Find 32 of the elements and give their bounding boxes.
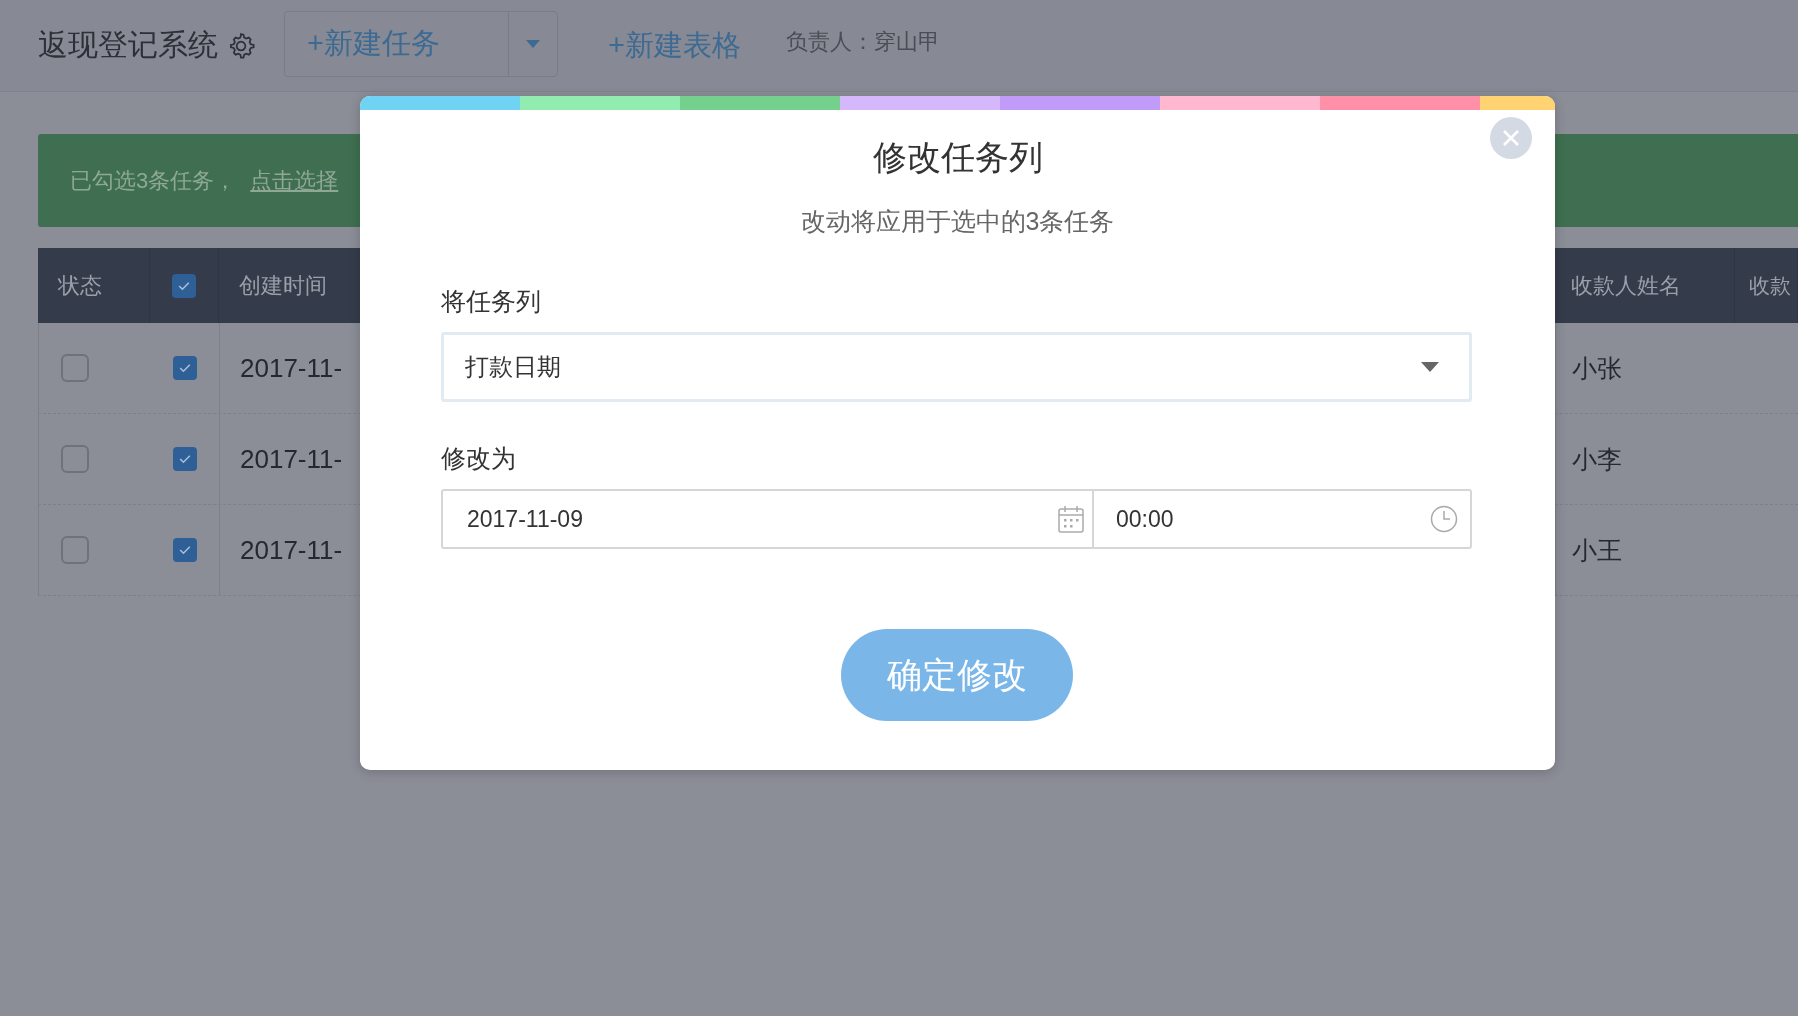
column-header: 状态 (58, 271, 102, 300)
field-label: 修改为 (441, 443, 517, 474)
dialog-subtitle: 改动将应用于选中的3条任务 (799, 206, 1116, 237)
confirm-button[interactable]: 确定修改 (841, 629, 1073, 721)
column-header: 创建时间 (239, 271, 327, 300)
close-icon (1502, 129, 1520, 147)
dialog-title: 修改任务列 (871, 137, 1044, 178)
table-cell-text: 小王 (1572, 534, 1622, 566)
row-checkbox[interactable] (173, 538, 197, 562)
status-checkbox[interactable] (61, 354, 89, 382)
row-checkbox[interactable] (173, 447, 197, 471)
field-label: 将任务列 (441, 286, 542, 317)
table-cell: 2017-11- (240, 443, 343, 475)
table-cell-text: 小李 (1572, 443, 1622, 475)
owner-label: 负责人：穿山甲 (785, 27, 940, 56)
column-select[interactable]: 打款日期 (441, 332, 1472, 402)
caret-icon (526, 39, 540, 48)
select-link[interactable]: 点击选择 (250, 165, 339, 196)
select-all-checkbox[interactable] (172, 273, 196, 298)
table-cell-text: 小张 (1572, 352, 1622, 384)
column-header: 收款 (1749, 272, 1791, 299)
caret-icon (1421, 362, 1439, 372)
new-sheet-button[interactable]: +新建表格 (608, 25, 741, 66)
row-checkbox[interactable] (173, 356, 197, 380)
status-checkbox[interactable] (61, 445, 89, 473)
app-title: 返现登记系统 (38, 27, 218, 63)
status-checkbox[interactable] (61, 536, 89, 564)
new-task-button[interactable]: +新建任务 (284, 10, 508, 77)
column-header: 收款人姓名 (1571, 271, 1681, 300)
table-cell: 2017-11- (240, 352, 343, 384)
table-cell: 2017-11- (240, 534, 343, 566)
selection-text: 已勾选3条任务， (70, 166, 237, 195)
